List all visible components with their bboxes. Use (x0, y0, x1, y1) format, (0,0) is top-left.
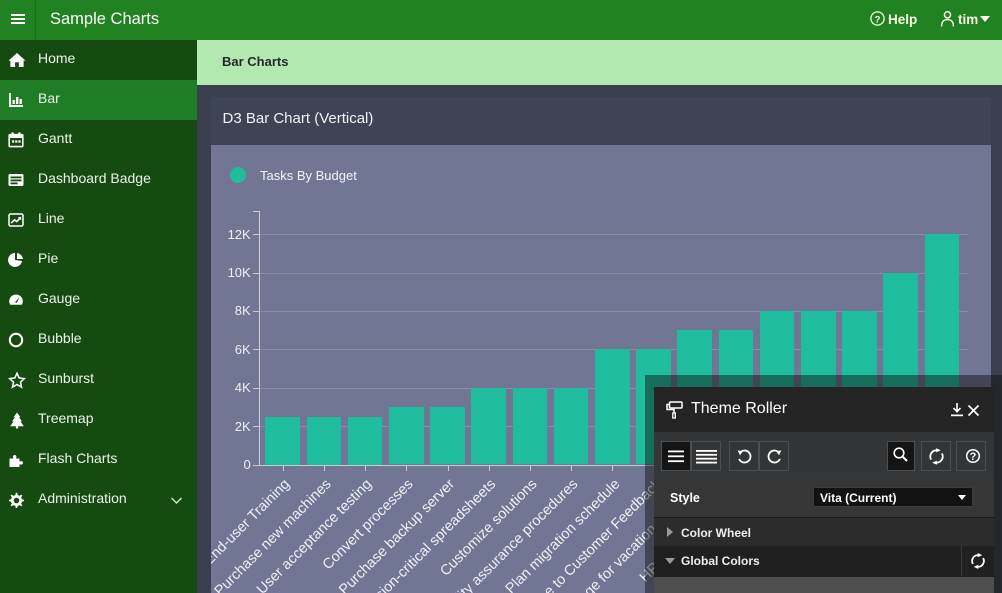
svg-text:?: ? (875, 14, 881, 25)
svg-text:?: ? (969, 451, 976, 463)
